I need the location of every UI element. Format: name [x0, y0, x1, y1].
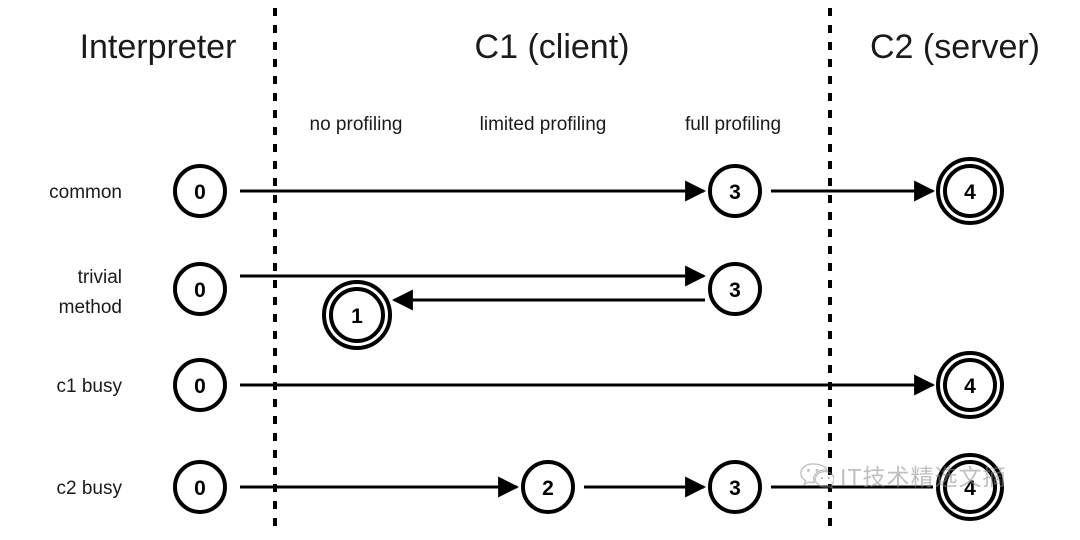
node-value: 4 [964, 375, 976, 398]
node-c1busy-4[interactable]: 4 [936, 351, 1004, 419]
node-value: 1 [351, 305, 363, 328]
node-value: 4 [964, 477, 976, 500]
node-value: 4 [964, 181, 976, 204]
phase-label-no-profiling: no profiling [310, 114, 403, 135]
column-title-c1-client: C1 (client) [475, 28, 630, 66]
row-c2-busy: 0 2 3 4 [173, 453, 1004, 521]
node-c2busy-0[interactable]: 0 [173, 460, 227, 514]
node-c2busy-3[interactable]: 3 [708, 460, 762, 514]
node-common-4[interactable]: 4 [936, 157, 1004, 225]
node-common-3[interactable]: 3 [708, 164, 762, 218]
row-label-c1-busy: c1 busy [57, 376, 123, 397]
diagram-canvas: Interpreter C1 (client) C2 (server) no p… [0, 0, 1080, 540]
row-trivial-method: 0 3 1 [173, 262, 762, 350]
node-value: 0 [194, 279, 206, 302]
node-value: 2 [542, 477, 554, 500]
node-trivial-1[interactable]: 1 [322, 280, 392, 350]
node-value: 3 [729, 477, 741, 500]
row-label-c2-busy: c2 busy [57, 478, 123, 499]
node-c1busy-0[interactable]: 0 [173, 358, 227, 412]
column-titles: Interpreter C1 (client) C2 (server) [80, 28, 1040, 66]
row-common: 0 3 4 [173, 157, 1004, 225]
node-value: 3 [729, 279, 741, 302]
node-c2busy-2[interactable]: 2 [521, 460, 575, 514]
row-labels: common trivial method c1 busy c2 busy [49, 182, 122, 499]
phase-label-full-profiling: full profiling [685, 114, 781, 135]
node-value: 3 [729, 181, 741, 204]
phase-label-limited-profiling: limited profiling [480, 114, 607, 135]
node-c2busy-4[interactable]: 4 [936, 453, 1004, 521]
node-trivial-0[interactable]: 0 [173, 262, 227, 316]
node-trivial-3[interactable]: 3 [708, 262, 762, 316]
column-title-interpreter: Interpreter [80, 28, 237, 66]
diagram-svg: Interpreter C1 (client) C2 (server) no p… [49, 8, 1040, 534]
column-title-c2-server: C2 (server) [870, 28, 1040, 66]
node-value: 0 [194, 375, 206, 398]
node-common-0[interactable]: 0 [173, 164, 227, 218]
row-label-trivial-method-line1: trivial [78, 267, 122, 288]
node-value: 0 [194, 181, 206, 204]
phase-labels: no profiling limited profiling full prof… [310, 114, 782, 135]
row-label-common: common [49, 182, 122, 203]
node-value: 0 [194, 477, 206, 500]
row-c1-busy: 0 4 [173, 351, 1004, 419]
row-label-trivial-method-line2: method [59, 297, 122, 318]
